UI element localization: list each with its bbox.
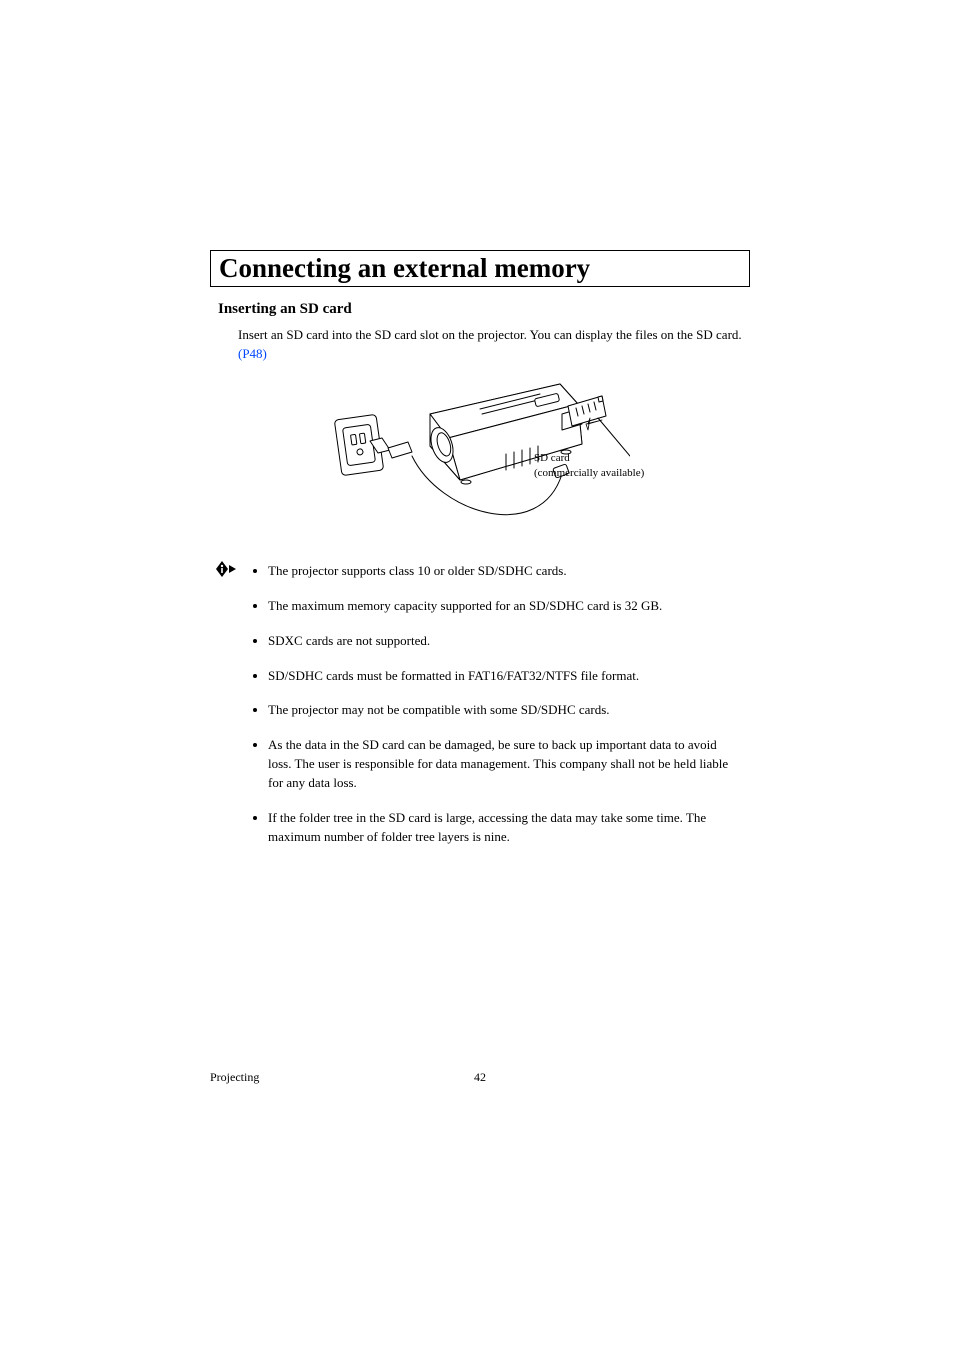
note-item: SD/SDHC cards must be formatted in FAT16… [268, 667, 742, 686]
note-item: The projector may not be compatible with… [268, 701, 742, 720]
note-item: SDXC cards are not supported. [268, 632, 742, 651]
section-title-box: Connecting an external memory [210, 250, 750, 287]
footer-page-number: 42 [210, 1070, 750, 1085]
notes-list: The projector supports class 10 or older… [252, 562, 742, 862]
figure-label: SD card (commercially available) [534, 451, 644, 481]
intro-text: Insert an SD card into the SD card slot … [238, 327, 742, 342]
section-title: Connecting an external memory [219, 252, 741, 284]
note-item: As the data in the SD card can be damage… [268, 736, 742, 793]
note-item: The projector supports class 10 or older… [268, 562, 742, 581]
note-item: The maximum memory capacity supported fo… [268, 597, 742, 616]
page-reference-link[interactable]: (P48) [238, 346, 267, 361]
intro-paragraph: Insert an SD card into the SD card slot … [238, 326, 742, 364]
figure-label-line1: SD card [534, 452, 570, 464]
subheading: Inserting an SD card [218, 301, 750, 318]
projector-figure: SD card (commercially available) [330, 374, 630, 544]
note-item: If the folder tree in the SD card is lar… [268, 809, 742, 847]
caution-icon [216, 561, 238, 582]
figure-label-line2: (commercially available) [534, 467, 644, 479]
